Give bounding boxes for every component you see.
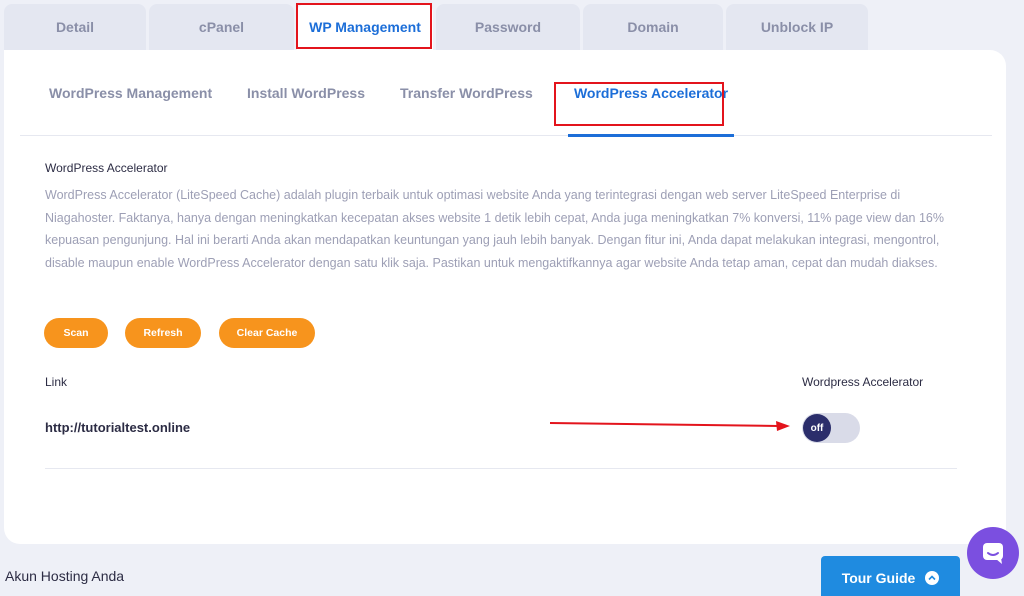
subtab-wordpress-management[interactable]: WordPress Management bbox=[49, 50, 212, 136]
chat-button[interactable] bbox=[967, 527, 1019, 579]
top-tab-bar: Detail cPanel WP Management Password Dom… bbox=[4, 4, 871, 50]
tour-guide-button[interactable]: Tour Guide bbox=[821, 556, 960, 596]
section-description: WordPress Accelerator (LiteSpeed Cache) … bbox=[45, 188, 944, 270]
chat-icon bbox=[983, 543, 1003, 564]
accelerator-toggle[interactable]: off bbox=[802, 413, 860, 443]
tab-wp-management[interactable]: WP Management bbox=[297, 4, 433, 50]
column-header-accelerator: Wordpress Accelerator bbox=[802, 375, 924, 389]
subtab-install-wordpress[interactable]: Install WordPress bbox=[247, 50, 365, 136]
tab-cpanel[interactable]: cPanel bbox=[149, 4, 294, 50]
refresh-button[interactable]: Refresh bbox=[125, 318, 201, 348]
row-divider bbox=[45, 468, 957, 469]
tour-guide-label: Tour Guide bbox=[841, 570, 916, 586]
hosting-account-title: Akun Hosting Anda bbox=[5, 568, 125, 584]
scan-button[interactable]: Scan bbox=[44, 318, 108, 348]
chevron-up-icon bbox=[925, 571, 940, 585]
tab-domain[interactable]: Domain bbox=[583, 4, 723, 50]
tab-detail[interactable]: Detail bbox=[4, 4, 146, 50]
sub-tab-bar: WordPress Management Install WordPress T… bbox=[20, 50, 992, 137]
subtab-transfer-wordpress[interactable]: Transfer WordPress bbox=[400, 50, 533, 136]
toggle-knob: off bbox=[803, 414, 831, 442]
tab-unblock-ip[interactable]: Unblock IP bbox=[726, 4, 868, 50]
clear-cache-button[interactable]: Clear Cache bbox=[219, 318, 315, 348]
site-link[interactable]: http://tutorialtest.online bbox=[45, 420, 190, 435]
tab-password[interactable]: Password bbox=[436, 4, 580, 50]
subtab-wordpress-accelerator[interactable]: WordPress Accelerator bbox=[568, 50, 734, 137]
column-header-link: Link bbox=[45, 375, 68, 389]
main-card: WordPress Management Install WordPress T… bbox=[4, 50, 1006, 544]
section-title: WordPress Accelerator bbox=[45, 161, 168, 175]
